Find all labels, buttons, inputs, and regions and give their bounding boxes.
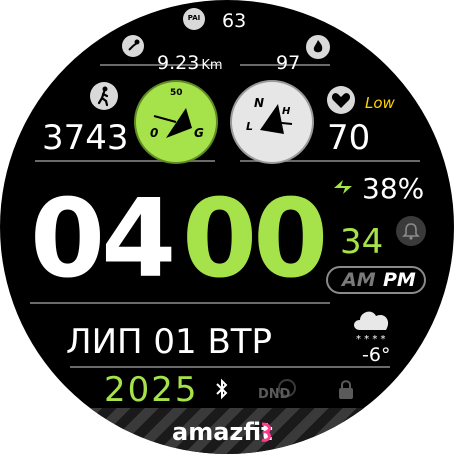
am-label: AM (342, 269, 376, 291)
distance-value: 9.23 (157, 52, 200, 74)
bolt-icon (332, 178, 354, 200)
compass-gauge: N H L (230, 80, 314, 164)
pm-label: PM (383, 269, 416, 291)
route-icon (122, 35, 144, 57)
compass-label-l: L (246, 120, 254, 133)
ampm-indicator: AM PM (326, 266, 426, 294)
divider-date-bottom (70, 366, 390, 368)
steps-value: 3743 (42, 118, 129, 158)
watch-face: PAI 63 9.23 Km 97 3743 50 0 G N H L Low … (0, 0, 454, 454)
compass-label-h: H (282, 106, 291, 117)
bluetooth-icon (214, 378, 230, 404)
secondary-value: 34 (340, 222, 384, 262)
compass-label-n: N (254, 96, 265, 110)
distance-unit: Km (201, 58, 223, 73)
pai-icon: PAI (183, 8, 205, 30)
weather-temp: -6° (362, 344, 391, 366)
date-text: ЛИП 01 ВТР (66, 322, 273, 362)
dnd-label: DND (258, 387, 291, 402)
dnd-indicator[interactable]: DND (258, 379, 296, 402)
steps-gauge-right-label: G (194, 126, 204, 140)
snow-cloud-icon: * * * * (348, 300, 396, 350)
time-hours: 04 (30, 177, 176, 302)
time-minutes: 00 (182, 177, 328, 302)
steps-gauge-top-label: 50 (170, 88, 183, 98)
heart-icon (327, 86, 355, 114)
brand-logo: amazfit (172, 418, 273, 446)
flame-icon (306, 35, 330, 59)
steps-gauge-left-label: 0 (150, 126, 159, 140)
walking-icon (90, 82, 118, 110)
heart-rate-value: 70 (327, 118, 371, 158)
lock-icon[interactable] (336, 378, 356, 406)
alarm-bell-icon[interactable] (396, 216, 426, 246)
battery-value: 38% (362, 172, 425, 205)
heart-status: Low (365, 94, 395, 112)
brand-mark-icon (261, 422, 271, 442)
divider-time-bottom (30, 302, 330, 304)
pai-badge: PAI (187, 14, 201, 22)
pai-value: 63 (222, 10, 247, 32)
year-value: 2025 (104, 370, 199, 410)
calories-value: 97 (276, 52, 301, 74)
steps-gauge: 50 0 G (134, 80, 218, 164)
distance-display: 9.23 Km (157, 52, 223, 74)
